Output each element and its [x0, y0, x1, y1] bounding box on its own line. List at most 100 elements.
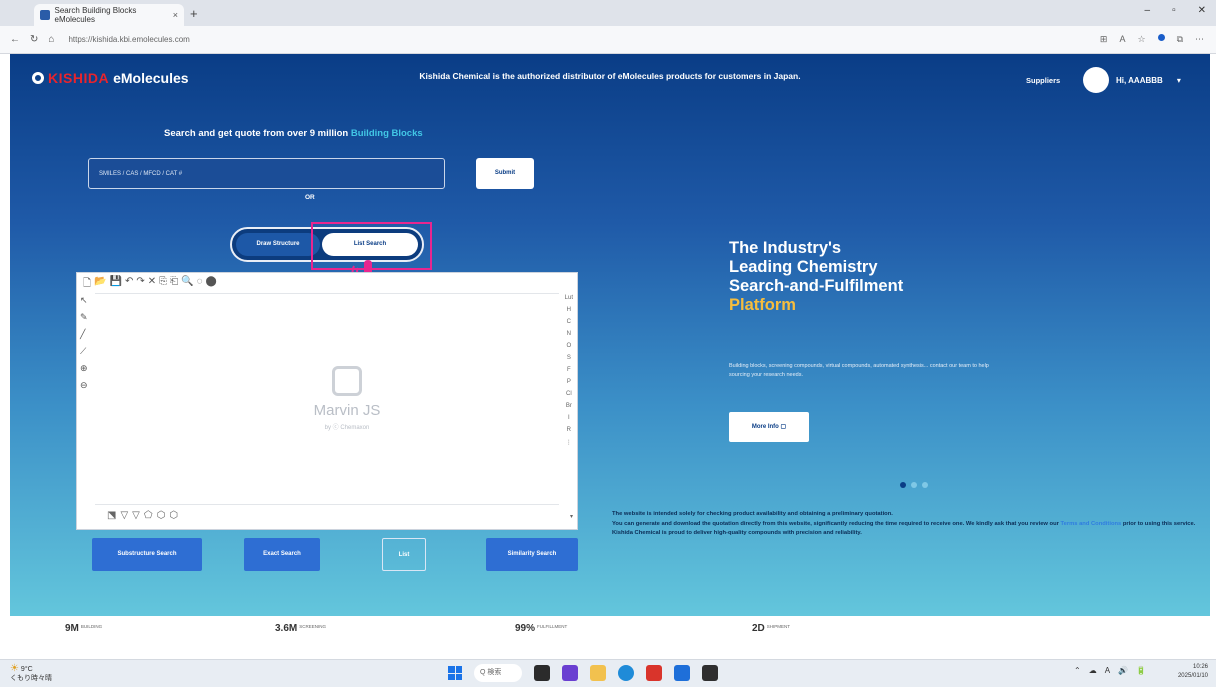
clock-date: 2025/01/10: [1177, 673, 1208, 679]
square-icon[interactable]: ▽: [132, 510, 140, 521]
redo-icon[interactable]: ↷: [136, 276, 144, 293]
clear-icon[interactable]: ✕: [148, 276, 156, 293]
task-view-icon[interactable]: [534, 665, 550, 681]
site-logo[interactable]: KISHIDA eMolecules: [32, 70, 189, 86]
editor-canvas[interactable]: Marvin JS by ⓒ Chemaxon: [95, 293, 559, 505]
tray-chevron-icon[interactable]: ⌃: [1074, 666, 1081, 675]
element-s[interactable]: S: [565, 355, 573, 361]
clock[interactable]: 10:26 2025/01/10: [1178, 663, 1208, 681]
new-tab-button[interactable]: +: [190, 6, 198, 21]
settings-icon[interactable]: ⋯: [1195, 34, 1204, 45]
ime-icon[interactable]: A: [1105, 666, 1110, 675]
home-icon[interactable]: ⌂: [48, 34, 54, 45]
marvin-icon: [332, 366, 362, 396]
suppliers-link[interactable]: Suppliers: [1026, 76, 1060, 85]
template-icon[interactable]: ⬔: [107, 510, 116, 521]
zoom-icon[interactable]: 🔍: [181, 276, 193, 293]
help-icon[interactable]: ◌: [197, 276, 203, 293]
collections-icon[interactable]: ⧉: [1177, 34, 1183, 45]
close-tab-icon[interactable]: ×: [173, 10, 178, 20]
carousel-dot-2[interactable]: [911, 482, 917, 488]
carousel-dot-3[interactable]: [922, 482, 928, 488]
chain-icon[interactable]: ⟋: [80, 346, 88, 357]
triangle-icon[interactable]: ▽: [120, 510, 128, 521]
open-icon[interactable]: 📂: [94, 276, 106, 293]
battery-icon[interactable]: 🔋: [1136, 666, 1146, 675]
settings-icon[interactable]: ⬤: [206, 276, 217, 293]
weather-widget[interactable]: ☀ 9°C くもり時々晴: [10, 664, 52, 683]
office-icon[interactable]: [646, 665, 662, 681]
list-button[interactable]: List: [382, 538, 426, 571]
scroll-down-icon[interactable]: ▾: [570, 513, 573, 520]
hexagon-icon[interactable]: ⬡: [157, 510, 166, 521]
profile-icon[interactable]: [1157, 34, 1165, 41]
edge-icon[interactable]: [618, 665, 634, 681]
eraser-icon[interactable]: ✎: [80, 312, 88, 323]
stat-number: 9M: [65, 623, 79, 634]
copy-icon[interactable]: ⎘: [159, 276, 167, 293]
submit-button[interactable]: Submit: [476, 158, 534, 189]
element-p[interactable]: P: [565, 379, 573, 385]
browser-tab[interactable]: Search Building Blocks eMolecules ×: [34, 4, 184, 26]
favicon-icon: [40, 10, 50, 20]
undo-icon[interactable]: ↶: [125, 276, 133, 293]
teams-icon[interactable]: [562, 665, 578, 681]
element-more[interactable]: ⋮: [565, 439, 573, 446]
pentagon-icon[interactable]: ⬠: [144, 510, 153, 521]
avatar[interactable]: [1083, 67, 1109, 93]
element-o[interactable]: O: [565, 343, 573, 349]
maximize-button[interactable]: ▫: [1172, 5, 1176, 16]
brand-kishida: KISHIDA: [48, 70, 110, 86]
search-input[interactable]: SMILES / CAS / MFCD / CAT #: [88, 158, 445, 189]
minimize-button[interactable]: –: [1145, 5, 1151, 16]
back-icon[interactable]: ←: [10, 34, 20, 45]
element-r[interactable]: R: [565, 427, 573, 433]
terms-link[interactable]: Terms and Conditions: [1061, 521, 1122, 527]
save-icon[interactable]: 💾: [110, 276, 122, 293]
similarity-search-button[interactable]: Similarity Search: [486, 538, 578, 571]
stat-label: BUILDING: [80, 624, 103, 629]
more-info-button[interactable]: More Info ▢: [729, 412, 809, 442]
element-lut[interactable]: Lut: [565, 295, 573, 301]
stat-screening: 3.6M SCREENING: [275, 623, 326, 634]
charge-plus-icon[interactable]: ⊕: [80, 363, 88, 374]
element-c[interactable]: C: [565, 319, 573, 325]
marvin-editor[interactable]: 🗋 📂 💾 ↶ ↷ ✕ ⎘ ⎗ 🔍 ◌ ⬤ ↖ ✎ ╱ ⟋ ⊕ ⊖ Marvin…: [76, 272, 578, 530]
terminal-icon[interactable]: [702, 665, 718, 681]
paste-icon[interactable]: ⎗: [170, 276, 178, 293]
select-icon[interactable]: ↖: [80, 295, 88, 306]
element-f[interactable]: F: [565, 367, 573, 373]
url-field[interactable]: https://kishida.kbi.emolecules.com: [68, 35, 368, 44]
carousel-dot-1[interactable]: [900, 482, 906, 488]
user-menu[interactable]: Hi, AAABBB ▾: [1116, 76, 1181, 85]
close-window-button[interactable]: ✕: [1198, 5, 1206, 16]
stats-row: 9M BUILDING 3.6M SCREENING 99% FULFILLME…: [10, 623, 1210, 641]
read-icon[interactable]: A: [1119, 34, 1125, 45]
taskbar-search[interactable]: Q 検索: [474, 664, 522, 682]
favorite-icon[interactable]: ☆: [1137, 34, 1145, 45]
bond-icon[interactable]: ╱: [80, 329, 88, 340]
onedrive-icon[interactable]: ☁: [1089, 666, 1097, 675]
store-icon[interactable]: [674, 665, 690, 681]
element-h[interactable]: H: [565, 307, 573, 313]
start-icon[interactable]: [448, 666, 462, 680]
element-cl[interactable]: Cl: [565, 391, 573, 397]
new-icon[interactable]: 🗋: [83, 276, 91, 293]
file-explorer-icon[interactable]: [590, 665, 606, 681]
charge-minus-icon[interactable]: ⊖: [80, 380, 88, 391]
substructure-search-button[interactable]: Substructure Search: [92, 538, 202, 571]
search-title-highlight: Building Blocks: [350, 128, 423, 139]
extension-icon[interactable]: ⊞: [1100, 34, 1108, 45]
distributor-banner: Kishida Chemical is the authorized distr…: [419, 71, 801, 81]
element-i[interactable]: I: [565, 415, 573, 421]
chevron-down-icon: ▾: [1176, 76, 1181, 85]
exact-search-button[interactable]: Exact Search: [244, 538, 320, 571]
element-br[interactable]: Br: [565, 403, 573, 409]
refresh-icon[interactable]: ↻: [30, 34, 38, 45]
benzene-icon[interactable]: ⬡: [169, 510, 178, 521]
system-tray: ⌃ ☁ A 🔊 🔋: [1074, 666, 1146, 675]
volume-icon[interactable]: 🔊: [1118, 666, 1128, 675]
browser-tabbar: Search Building Blocks eMolecules × + – …: [0, 0, 1216, 26]
draw-structure-tab[interactable]: Draw Structure: [236, 233, 320, 256]
element-n[interactable]: N: [565, 331, 573, 337]
